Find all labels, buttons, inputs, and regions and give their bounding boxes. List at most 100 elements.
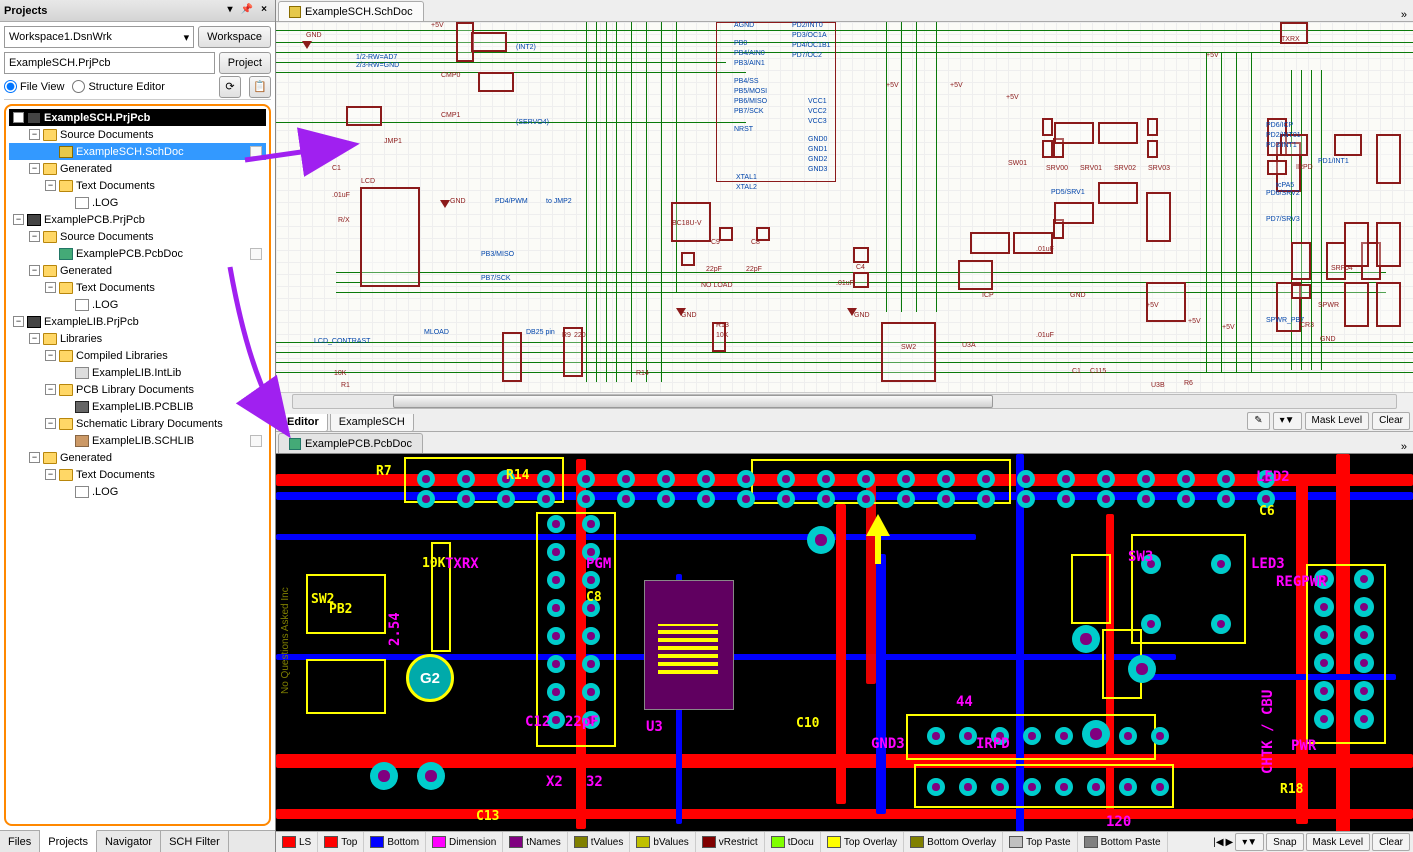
snap-button[interactable]: Snap [1266, 833, 1303, 851]
layer-tab-tvalues[interactable]: tValues [568, 832, 631, 852]
tree-toggle-icon[interactable]: − [29, 333, 40, 344]
tree-item[interactable]: −Source Documents [9, 126, 266, 143]
tree-item[interactable]: −Source Documents [9, 228, 266, 245]
tree-label: Generated [60, 265, 262, 277]
tree-toggle-icon[interactable]: − [29, 129, 40, 140]
highlight-tool-icon[interactable]: ✎ [1247, 412, 1269, 430]
tree-toggle-icon[interactable]: − [45, 418, 56, 429]
project-button[interactable]: Project [219, 52, 271, 74]
pin-icon[interactable]: 📌 [240, 4, 254, 18]
sch-horizontal-scrollbar[interactable] [292, 394, 1397, 409]
project-tree-container: −ExampleSCH.PrjPcb−Source DocumentsExamp… [4, 104, 271, 826]
pcb-x2: X2 [546, 774, 563, 790]
editor-tab-examplesch[interactable]: ExampleSCH [330, 414, 414, 432]
layer-tab-vrestrict[interactable]: vRestrict [696, 832, 765, 852]
tree-toggle-icon[interactable]: − [29, 163, 40, 174]
tree-item[interactable]: −ExampleSCH.PrjPcb [9, 109, 266, 126]
bottom-tab-files[interactable]: Files [0, 831, 40, 852]
sch-doc-tab[interactable]: ExampleSCH.SchDoc [278, 1, 424, 21]
layer-tab-top-overlay[interactable]: Top Overlay [821, 832, 904, 852]
list-icon[interactable]: 📋 [249, 76, 271, 98]
pcb-doc-tab[interactable]: ExamplePCB.PcbDoc [278, 433, 423, 453]
tree-toggle-icon[interactable]: − [45, 350, 56, 361]
layer-tab-top[interactable]: Top [318, 832, 364, 852]
tree-item[interactable]: −ExamplePCB.PrjPcb [9, 211, 266, 228]
tree-item[interactable]: −Text Documents [9, 177, 266, 194]
tree-item[interactable]: .LOG [9, 483, 266, 500]
tree-toggle-icon[interactable]: − [45, 384, 56, 395]
pcb-canvas[interactable]: G2 SW2 PB2 R7 R14 10K TXRX PGM C8 C12 22… [276, 454, 1413, 831]
layer-tab-tnames[interactable]: tNames [503, 832, 567, 852]
layer-tab-dimension[interactable]: Dimension [426, 832, 503, 852]
scroll-thumb[interactable] [393, 395, 993, 408]
pcb-clear-button[interactable]: Clear [1372, 833, 1410, 851]
tree-toggle-icon[interactable]: − [13, 316, 24, 327]
tree-item[interactable]: .LOG [9, 296, 266, 313]
label-mload: MLOAD [424, 329, 449, 336]
workspace-button[interactable]: Workspace [198, 26, 271, 48]
tree-item[interactable]: ExampleLIB.SCHLIB [9, 432, 266, 449]
layer-tab-bottom[interactable]: Bottom [364, 832, 426, 852]
pin-gnd2: GND2 [808, 156, 827, 163]
tree-item[interactable]: −Generated [9, 160, 266, 177]
file-view-radio[interactable]: File View [4, 80, 64, 93]
editor-tab-editor[interactable]: Editor [278, 414, 328, 432]
project-field[interactable]: ExampleSCH.PrjPcb [4, 52, 215, 74]
tree-label: Libraries [60, 333, 262, 345]
tree-label: ExampleLIB.PCBLIB [92, 401, 262, 413]
tree-toggle-icon[interactable]: − [29, 452, 40, 463]
sch-scrollbar-row [276, 393, 1413, 410]
project-tree[interactable]: −ExampleSCH.PrjPcb−Source DocumentsExamp… [9, 109, 266, 500]
pin-pb7sck: PB7/SCK [734, 108, 764, 115]
tree-toggle-icon[interactable]: − [29, 231, 40, 242]
tree-item[interactable]: ExampleSCH.SchDoc [9, 143, 266, 160]
tree-item[interactable]: −Text Documents [9, 466, 266, 483]
tree-item[interactable]: −ExampleLIB.PrjPcb [9, 313, 266, 330]
layer-tab-bvalues[interactable]: bValues [630, 832, 695, 852]
bottom-tab-sch-filter[interactable]: SCH Filter [161, 831, 229, 852]
bottom-tab-projects[interactable]: Projects [40, 830, 97, 852]
pcb-pgm: PGM [586, 556, 611, 572]
overflow-icon[interactable]: » [1395, 441, 1413, 453]
structure-editor-radio[interactable]: Structure Editor [72, 80, 164, 93]
pin-gnd1: GND1 [808, 146, 827, 153]
tree-item[interactable]: −Text Documents [9, 279, 266, 296]
layer-tab-tdocu[interactable]: tDocu [765, 832, 821, 852]
tree-item[interactable]: .LOG [9, 194, 266, 211]
tree-item[interactable]: − Generated [9, 262, 266, 279]
layer-tab-bottom-overlay[interactable]: Bottom Overlay [904, 832, 1003, 852]
pin-gnd0: GND0 [808, 136, 827, 143]
close-icon[interactable]: × [257, 4, 271, 18]
schematic-canvas[interactable]: GND C1 LCD .01uF 1/2-RW=AD7 2/3-RW=GND +… [276, 22, 1413, 393]
tree-toggle-icon[interactable]: − [13, 112, 24, 123]
tree-item[interactable]: ExamplePCB.PcbDoc [9, 245, 266, 262]
refresh-icon[interactable]: ⟳ [219, 76, 241, 98]
mask-level-button[interactable]: Mask Level [1305, 412, 1370, 430]
layer-tab-top-paste[interactable]: Top Paste [1003, 832, 1077, 852]
bottom-tab-navigator[interactable]: Navigator [97, 831, 161, 852]
tree-item[interactable]: ExampleLIB.IntLib [9, 364, 266, 381]
layer-scroll-left-icon[interactable]: |◀ [1213, 837, 1223, 848]
workspace-dropdown[interactable]: Workspace1.DsnWrk ▾ [4, 26, 194, 48]
pcb-254: 2.54 [387, 612, 403, 646]
tree-toggle-icon[interactable]: − [45, 180, 56, 191]
layer-tab-ls[interactable]: LS [276, 832, 318, 852]
clear-button[interactable]: Clear [1372, 412, 1410, 430]
filter-funnel-icon[interactable]: ▾▼ [1273, 412, 1302, 430]
tree-item[interactable]: −Compiled Libraries [9, 347, 266, 364]
tree-toggle-icon[interactable]: − [29, 265, 40, 276]
layer-tab-bottom-paste[interactable]: Bottom Paste [1078, 832, 1168, 852]
filter-icon[interactable]: ▾▼ [1235, 833, 1264, 851]
tree-toggle-icon[interactable]: − [13, 214, 24, 225]
layer-scroll-right-icon[interactable]: ▶ [1226, 837, 1234, 848]
overflow-icon[interactable]: » [1395, 9, 1413, 21]
tree-toggle-icon[interactable]: − [45, 469, 56, 480]
tree-item[interactable]: −Schematic Library Documents [9, 415, 266, 432]
tree-item[interactable]: − Libraries [9, 330, 266, 347]
tree-item[interactable]: −Generated [9, 449, 266, 466]
tree-item[interactable]: −PCB Library Documents [9, 381, 266, 398]
pcb-mask-level-button[interactable]: Mask Level [1306, 833, 1371, 851]
tree-toggle-icon[interactable]: − [45, 282, 56, 293]
dropdown-icon[interactable]: ▾ [223, 4, 237, 18]
tree-item[interactable]: ExampleLIB.PCBLIB [9, 398, 266, 415]
